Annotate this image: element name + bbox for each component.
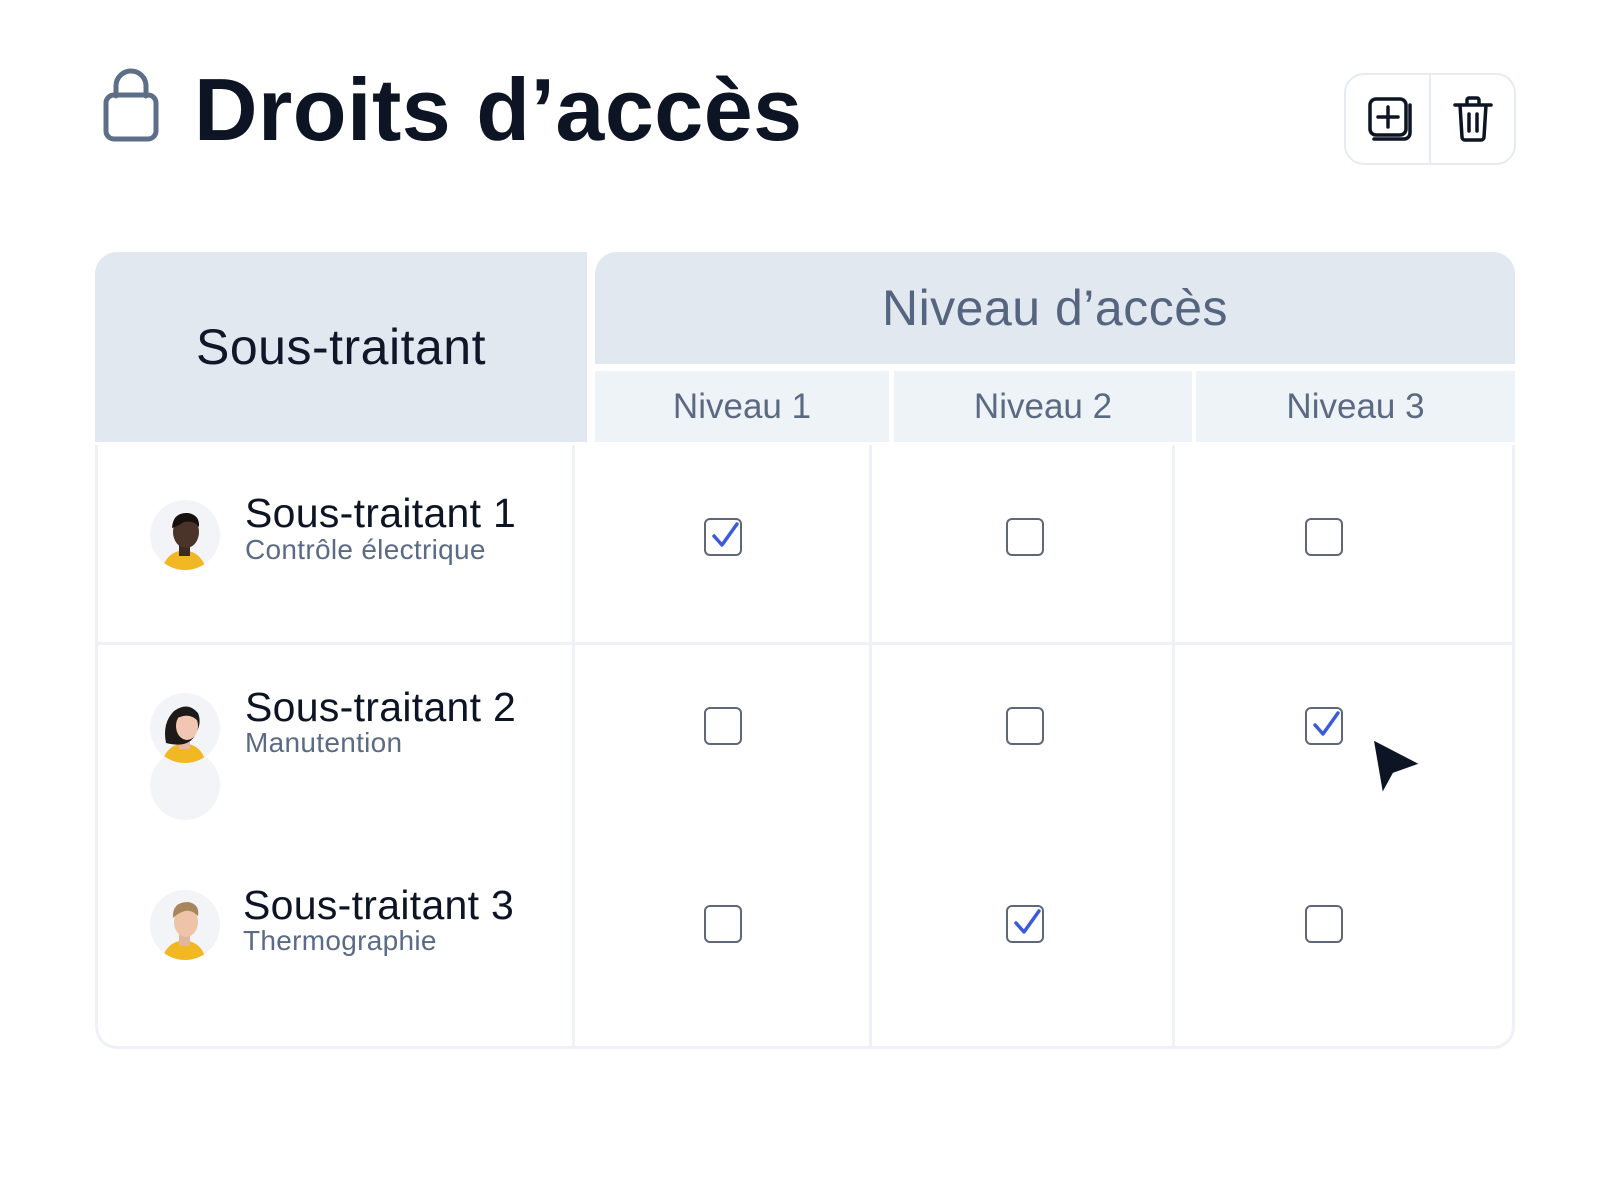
access-checkbox[interactable] [1006,518,1044,556]
mouse-cursor-icon [1370,736,1424,798]
access-checkbox[interactable] [1006,905,1044,943]
subcontractor-role: Thermographie [243,925,437,956]
level-header-2: Niveau 2 [894,371,1192,442]
subcontractor-name: Sous-traitant 2 [245,684,517,730]
page-title: Droits d’accès [194,60,803,159]
subcontractor-name: Sous-traitant 1 [245,490,517,536]
avatar-subcontractor-2 [150,693,220,763]
lock-icon [103,68,159,142]
trash-icon [1452,96,1493,142]
access-checkbox[interactable] [1305,518,1343,556]
access-checkbox[interactable] [1305,707,1343,745]
subcontractor-role: Contrôle électrique [245,534,486,565]
column-header-subcontractor: Sous-traitant [95,252,587,442]
access-checkbox[interactable] [704,518,742,556]
access-checkbox[interactable] [704,707,742,745]
checkmark-icon [1014,909,1041,934]
level-header-1: Niveau 1 [595,371,889,442]
checkmark-icon [1313,711,1340,736]
header-toolbar [1344,73,1516,165]
checkmark-icon [712,522,739,547]
access-checkbox[interactable] [704,905,742,943]
access-checkbox[interactable] [1305,905,1343,943]
avatar-subcontractor-3 [150,890,220,960]
duplicate-button[interactable] [1346,75,1429,163]
subcontractor-role: Manutention [245,727,403,758]
access-checkbox[interactable] [1006,707,1044,745]
duplicate-add-icon [1367,97,1412,141]
subcontractor-name: Sous-traitant 3 [243,882,515,928]
delete-button[interactable] [1429,75,1514,163]
level-header-3: Niveau 3 [1196,371,1515,442]
avatar-subcontractor-1 [150,500,220,570]
column-header-access-level: Niveau d’accès [595,252,1515,364]
